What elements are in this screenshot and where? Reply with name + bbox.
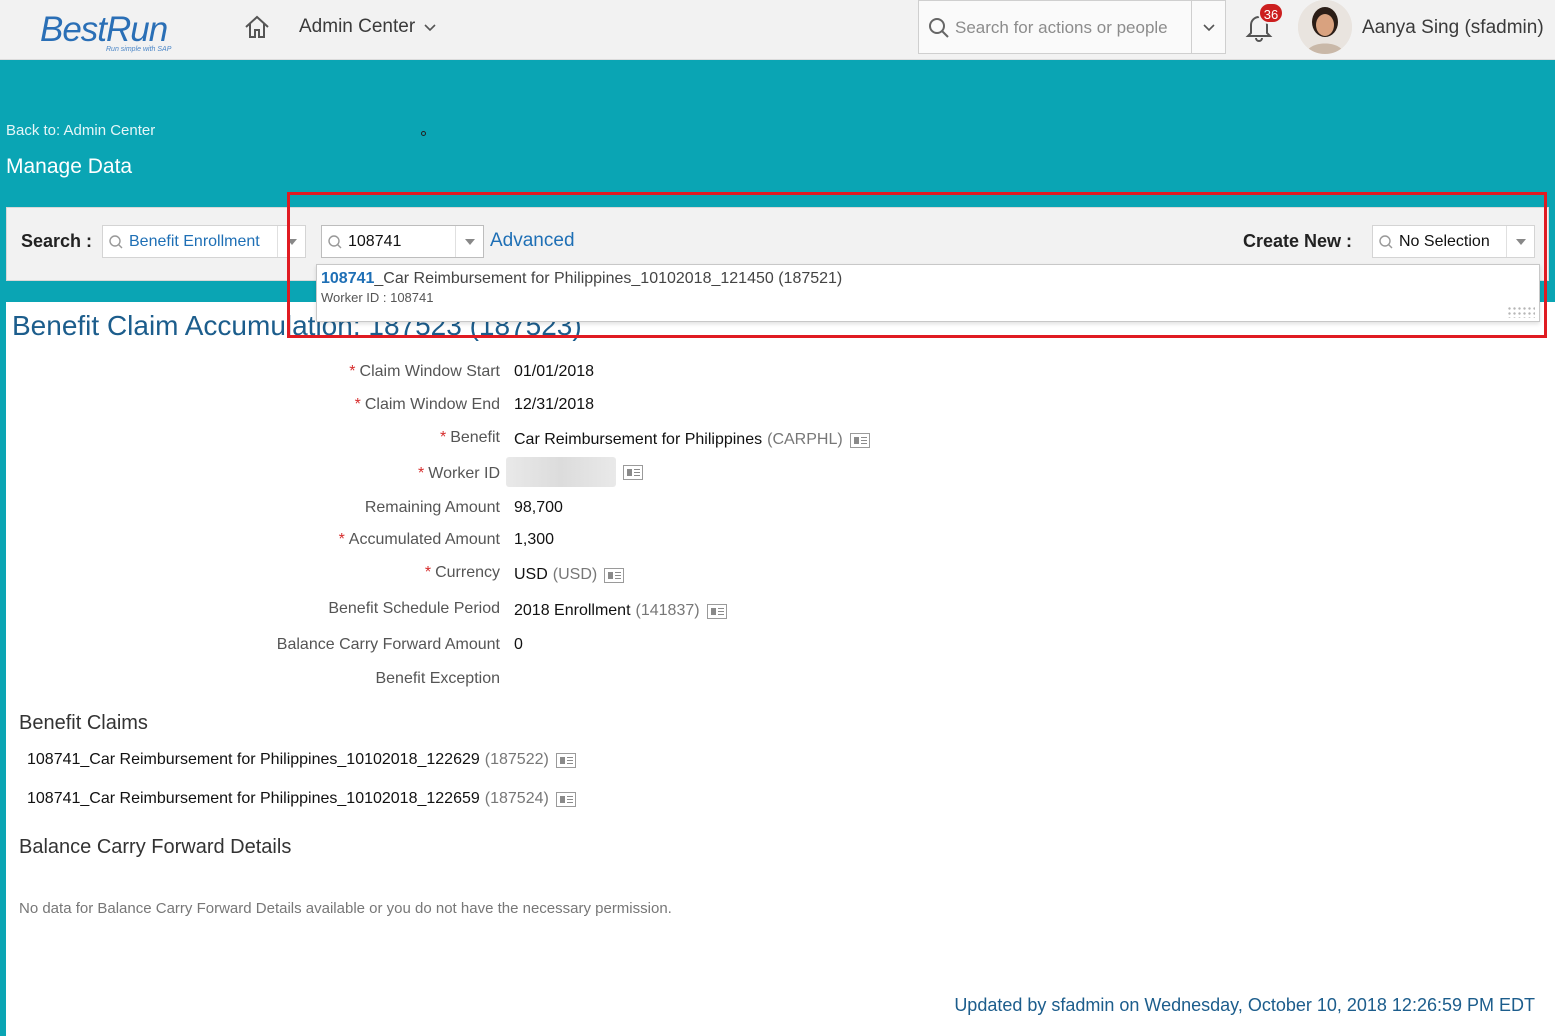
logo-text: BestRun [40, 10, 168, 49]
search-label: Search : [21, 231, 93, 251]
create-new-value: No Selection [1399, 233, 1490, 250]
object-type-select[interactable]: Benefit Enrollment [102, 225, 306, 258]
suggestion-item[interactable]: 108741_Car Reimbursement for Philippines… [321, 270, 842, 288]
home-icon[interactable] [243, 13, 271, 41]
global-search [918, 0, 1226, 54]
create-new-dropdown-arrow[interactable] [1506, 226, 1534, 257]
field-value-accumulated-amount: 1,300 [514, 531, 555, 548]
record-search-input[interactable]: 108741 [321, 225, 484, 258]
logo-tagline: Run simple with SAP [106, 46, 172, 53]
chevron-down-icon [424, 24, 436, 32]
dropdown-arrow-icon [464, 238, 475, 245]
field-label-benefit-schedule-period: Benefit Schedule Period [328, 600, 500, 617]
shell-bar: BestRun Run simple with SAP Admin Center… [0, 0, 1555, 60]
dropdown-arrow-icon [1515, 238, 1526, 245]
field-label-remaining-amount: Remaining Amount [364, 499, 500, 516]
field-label-accumulated-amount: * Accumulated Amount [338, 531, 500, 548]
details-card-icon[interactable] [623, 464, 643, 480]
field-value-benefit-schedule-period: 2018 Enrollment (141837) [514, 602, 727, 620]
field-label-benefit: * Benefit [439, 429, 500, 446]
suggestion-match: 108741 [321, 270, 375, 287]
list-item[interactable]: 108741_Car Reimbursement for Philippines… [27, 751, 576, 769]
details-card-icon[interactable] [555, 791, 576, 807]
search-icon [328, 235, 342, 249]
details-card-icon[interactable] [849, 432, 870, 448]
redacted-value [506, 457, 616, 487]
user-photo [1298, 0, 1352, 54]
company-logo[interactable]: BestRun Run simple with SAP [40, 10, 180, 56]
field-value-balance-carry-forward-amount: 0 [514, 636, 523, 653]
dropdown-arrow-icon [286, 238, 297, 245]
details-card-icon[interactable] [706, 603, 727, 619]
record-search-dropdown-arrow[interactable] [455, 226, 483, 257]
advanced-search-link[interactable]: Advanced [490, 230, 575, 252]
suggestion-text: _Car Reimbursement for Philippines_10102… [374, 270, 843, 287]
back-link[interactable]: Back to: Admin Center [6, 122, 155, 139]
field-label-benefit-exception: Benefit Exception [375, 670, 500, 687]
object-type-dropdown-arrow[interactable] [277, 226, 305, 257]
suggestion-subtext: Worker ID : 108741 [321, 290, 434, 305]
field-value-currency: USD (USD) [514, 566, 625, 584]
global-search-input[interactable] [955, 15, 1187, 41]
create-new-select[interactable]: No Selection [1372, 225, 1535, 258]
search-suggestion-list: 108741_Car Reimbursement for Philippines… [316, 264, 1540, 322]
search-icon [1379, 235, 1393, 249]
details-card-icon[interactable] [555, 752, 576, 768]
field-label-currency: * Currency [424, 564, 500, 581]
details-card-icon[interactable] [604, 567, 625, 583]
no-data-message: No data for Balance Carry Forward Detail… [19, 900, 672, 917]
user-name[interactable]: Aanya Sing (sfadmin) [1362, 17, 1544, 39]
field-value-worker-id [506, 457, 643, 487]
section-title-benefit-claims: Benefit Claims [19, 712, 148, 734]
field-value-claim-window-end: 12/31/2018 [514, 396, 595, 413]
field-value-remaining-amount: 98,700 [514, 499, 563, 516]
chevron-down-icon [1202, 24, 1215, 32]
admin-center-label: Admin Center [299, 16, 416, 37]
field-value-benefit: Car Reimbursement for Philippines (CARPHL… [514, 431, 870, 449]
resize-grip-icon[interactable] [1507, 306, 1535, 318]
list-item[interactable]: 108741_Car Reimbursement for Philippines… [27, 790, 576, 808]
search-icon [109, 235, 123, 249]
notification-badge: 36 [1258, 2, 1284, 24]
search-dropdown-button[interactable] [1191, 1, 1225, 53]
section-title-balance-carry-forward: Balance Carry Forward Details [19, 836, 292, 858]
cursor-dot [421, 131, 426, 136]
page-title: Manage Data [6, 155, 133, 178]
record-search-value: 108741 [348, 233, 402, 250]
last-updated-text: Updated by sfadmin on Wednesday, October… [954, 995, 1535, 1015]
admin-center-menu[interactable]: Admin Center [299, 16, 437, 38]
field-value-claim-window-start: 01/01/2018 [514, 363, 595, 380]
field-label-claim-window-end: * Claim Window End [354, 396, 500, 413]
field-label-worker-id: * Worker ID [418, 465, 500, 482]
avatar[interactable] [1298, 0, 1352, 54]
create-new-label: Create New : [1243, 231, 1353, 251]
field-label-balance-carry-forward-amount: Balance Carry Forward Amount [276, 636, 500, 653]
search-icon [929, 18, 949, 38]
object-type-value: Benefit Enrollment [129, 233, 260, 250]
field-label-claim-window-start: * Claim Window Start [349, 363, 500, 380]
